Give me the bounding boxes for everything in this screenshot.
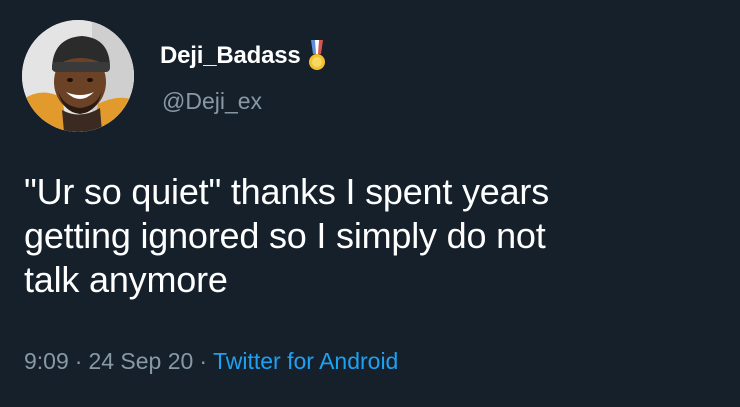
tweet-card: Deji_Badass @Deji_ex "Ur so quiet" thank… [0, 0, 740, 407]
meta-separator: · [199, 348, 207, 374]
avatar[interactable] [22, 20, 134, 132]
tweet-text-line: getting ignored so I simply do not [24, 215, 546, 256]
medal-icon [307, 40, 327, 72]
tweet-time[interactable]: 9:09 [24, 348, 69, 374]
tweet-text-line: talk anymore [24, 259, 228, 300]
user-handle[interactable]: @Deji_ex [162, 88, 262, 115]
display-name[interactable]: Deji_Badass [160, 42, 301, 70]
tweet-source-link[interactable]: Twitter for Android [213, 348, 398, 374]
meta-separator: · [74, 348, 83, 374]
tweet-meta: 9:09 · 24 Sep 20 · Twitter for Android [24, 348, 398, 375]
tweet-date[interactable]: 24 Sep 20 [88, 348, 193, 374]
tweet-text: "Ur so quiet" thanks I spent years getti… [24, 170, 724, 302]
tweet-text-line: "Ur so quiet" thanks I spent years [24, 171, 550, 212]
avatar-photo [22, 20, 134, 132]
author-name-row[interactable]: Deji_Badass [160, 38, 327, 74]
